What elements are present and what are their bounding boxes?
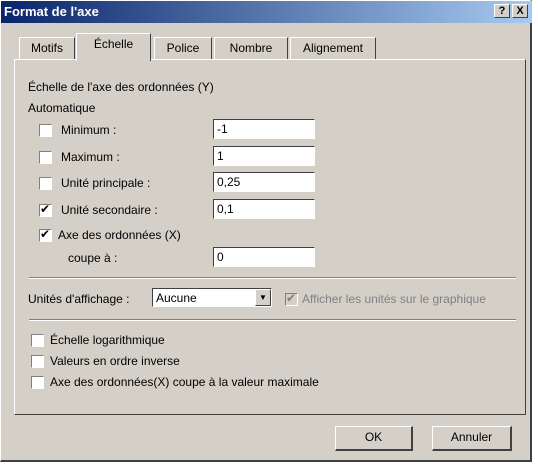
crosses-at-input[interactable] <box>213 247 315 267</box>
cancel-button[interactable]: Annuler <box>432 426 512 451</box>
show-units-label: Afficher les unités sur le graphique <box>302 292 486 306</box>
minor-unit-auto-checkbox[interactable] <box>39 202 52 217</box>
major-unit-label: Unité principale : <box>61 176 151 190</box>
cross-at-max-checkbox[interactable] <box>31 376 44 389</box>
tab-nombre[interactable]: Nombre <box>214 37 288 59</box>
separator-2 <box>29 319 516 321</box>
major-unit-input[interactable] <box>213 172 315 192</box>
display-units-label: Unités d'affichage : <box>28 292 130 306</box>
crosses-auto-checkbox[interactable] <box>39 227 52 242</box>
minimum-auto-checkbox[interactable] <box>39 124 52 137</box>
crosses-at-label: coupe à : <box>68 251 118 265</box>
minor-unit-label: Unité secondaire : <box>61 203 158 217</box>
display-units-select[interactable]: Aucune ▼ <box>152 288 272 307</box>
close-button[interactable]: X <box>512 4 528 18</box>
maximum-input[interactable] <box>213 146 315 166</box>
format-axis-dialog: Format de l'axe ? X Motifs Échelle Polic… <box>0 0 532 462</box>
log-scale-checkbox[interactable] <box>31 334 44 347</box>
tab-motifs[interactable]: Motifs <box>19 37 75 59</box>
cross-at-max-label: Axe des ordonnées(X) coupe à la valeur m… <box>50 375 319 389</box>
auto-label: Automatique <box>28 101 96 115</box>
minor-unit-input[interactable] <box>213 199 315 219</box>
minimum-label: Minimum : <box>61 123 117 137</box>
separator-1 <box>29 277 516 279</box>
reverse-order-checkbox[interactable] <box>31 355 44 368</box>
maximum-label: Maximum : <box>61 150 120 164</box>
tab-police[interactable]: Police <box>154 37 212 59</box>
scale-heading: Échelle de l'axe des ordonnées (Y) <box>28 80 214 94</box>
title-bar: Format de l'axe ? X <box>1 1 532 23</box>
reverse-order-label: Valeurs en ordre inverse <box>50 354 180 368</box>
tab-alignement[interactable]: Alignement <box>290 37 376 59</box>
show-units-checkbox[interactable] <box>285 291 298 306</box>
dialog-title: Format de l'axe <box>4 4 99 19</box>
maximum-auto-checkbox[interactable] <box>39 151 52 164</box>
log-scale-label: Échelle logarithmique <box>50 333 165 347</box>
major-unit-auto-checkbox[interactable] <box>39 177 52 190</box>
ok-button[interactable]: OK <box>335 426 413 451</box>
minimum-input[interactable] <box>213 119 315 139</box>
crosses-axis-label: Axe des ordonnées (X) <box>58 228 181 242</box>
help-button[interactable]: ? <box>494 4 510 18</box>
dropdown-arrow-icon[interactable]: ▼ <box>255 289 271 306</box>
tab-echelle[interactable]: Échelle <box>76 33 151 61</box>
display-units-value: Aucune <box>156 291 197 305</box>
